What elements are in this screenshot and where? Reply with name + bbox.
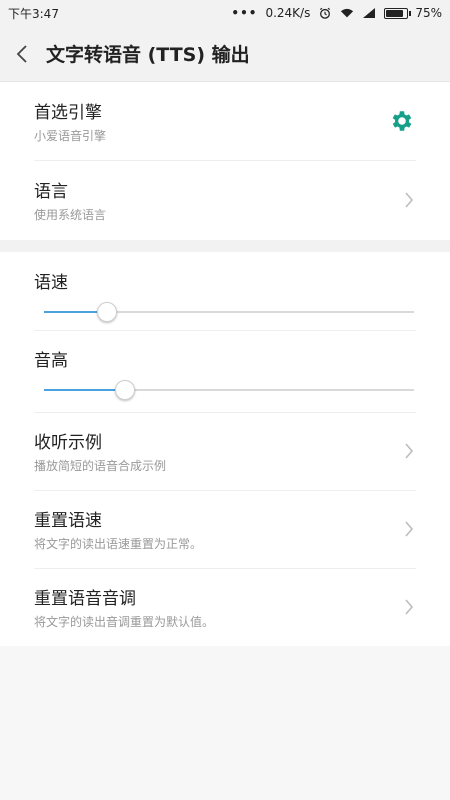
- listen-sample-description: 播放简短的语音合成示例: [34, 459, 167, 473]
- chevron-right-icon: [402, 441, 416, 461]
- reset-pitch-item[interactable]: 重置语音音调 将文字的读出音调重置为默认值。: [0, 568, 450, 646]
- section-engine-language: 首选引擎 小爱语音引擎 语言 使用系统语言: [0, 82, 450, 240]
- preferred-engine-item[interactable]: 首选引擎 小爱语音引擎: [0, 82, 450, 160]
- section-gap: [0, 240, 450, 252]
- signal-icon: [363, 8, 376, 18]
- reset-pitch-description: 将文字的读出音调重置为默认值。: [34, 615, 215, 629]
- engine-settings-button[interactable]: [388, 107, 416, 135]
- speech-rate-label: 语速: [34, 273, 68, 293]
- pitch-label: 音高: [34, 351, 68, 371]
- network-speed: 0.24K/s: [265, 6, 311, 20]
- preferred-engine-value: 小爱语音引擎: [34, 129, 107, 143]
- wifi-icon: [341, 8, 354, 18]
- slider-fill: [44, 389, 126, 391]
- reset-speech-rate-item[interactable]: 重置语速 将文字的读出语速重置为正常。: [0, 490, 450, 568]
- back-button[interactable]: [0, 26, 44, 82]
- chevron-right-icon: [402, 597, 416, 617]
- language-value: 使用系统语言: [34, 208, 107, 222]
- alarm-icon: [320, 7, 331, 19]
- status-bar: 下午3:47 ••• 0.24K/s 75%: [0, 0, 450, 26]
- status-time: 下午3:47: [8, 6, 59, 21]
- slider-thumb[interactable]: [115, 380, 136, 400]
- pitch-slider[interactable]: [34, 379, 416, 401]
- battery-indicator: 75%: [384, 6, 442, 20]
- preferred-engine-label: 首选引擎: [34, 103, 102, 123]
- pitch-setting: 音高: [0, 330, 450, 412]
- speech-rate-slider[interactable]: [34, 301, 416, 323]
- title-bar: 文字转语音 (TTS) 输出: [0, 26, 450, 82]
- section-speech: 语速 音高 收听示例 播放简短的语音合成示例 重置语速 将文字的读出语速重置为正…: [0, 252, 450, 646]
- status-icons: ••• 0.24K/s 75%: [231, 6, 442, 20]
- chevron-left-icon: [16, 44, 27, 63]
- speech-rate-setting: 语速: [0, 252, 450, 330]
- slider-thumb[interactable]: [96, 302, 117, 322]
- chevron-right-icon: [402, 519, 416, 539]
- more-notifications-icon: •••: [231, 6, 258, 20]
- reset-speech-rate-label: 重置语速: [34, 511, 102, 531]
- language-label: 语言: [34, 182, 68, 202]
- chevron-right-icon: [402, 190, 416, 210]
- listen-sample-item[interactable]: 收听示例 播放简短的语音合成示例: [0, 412, 450, 490]
- battery-percent: 75%: [415, 6, 442, 20]
- language-item[interactable]: 语言 使用系统语言: [0, 160, 450, 240]
- reset-speech-rate-description: 将文字的读出语速重置为正常。: [34, 537, 203, 551]
- page-title: 文字转语音 (TTS) 输出: [46, 44, 250, 66]
- listen-sample-label: 收听示例: [34, 433, 102, 453]
- gear-icon: [392, 111, 412, 131]
- battery-icon: [384, 7, 409, 19]
- reset-pitch-label: 重置语音音调: [34, 589, 136, 609]
